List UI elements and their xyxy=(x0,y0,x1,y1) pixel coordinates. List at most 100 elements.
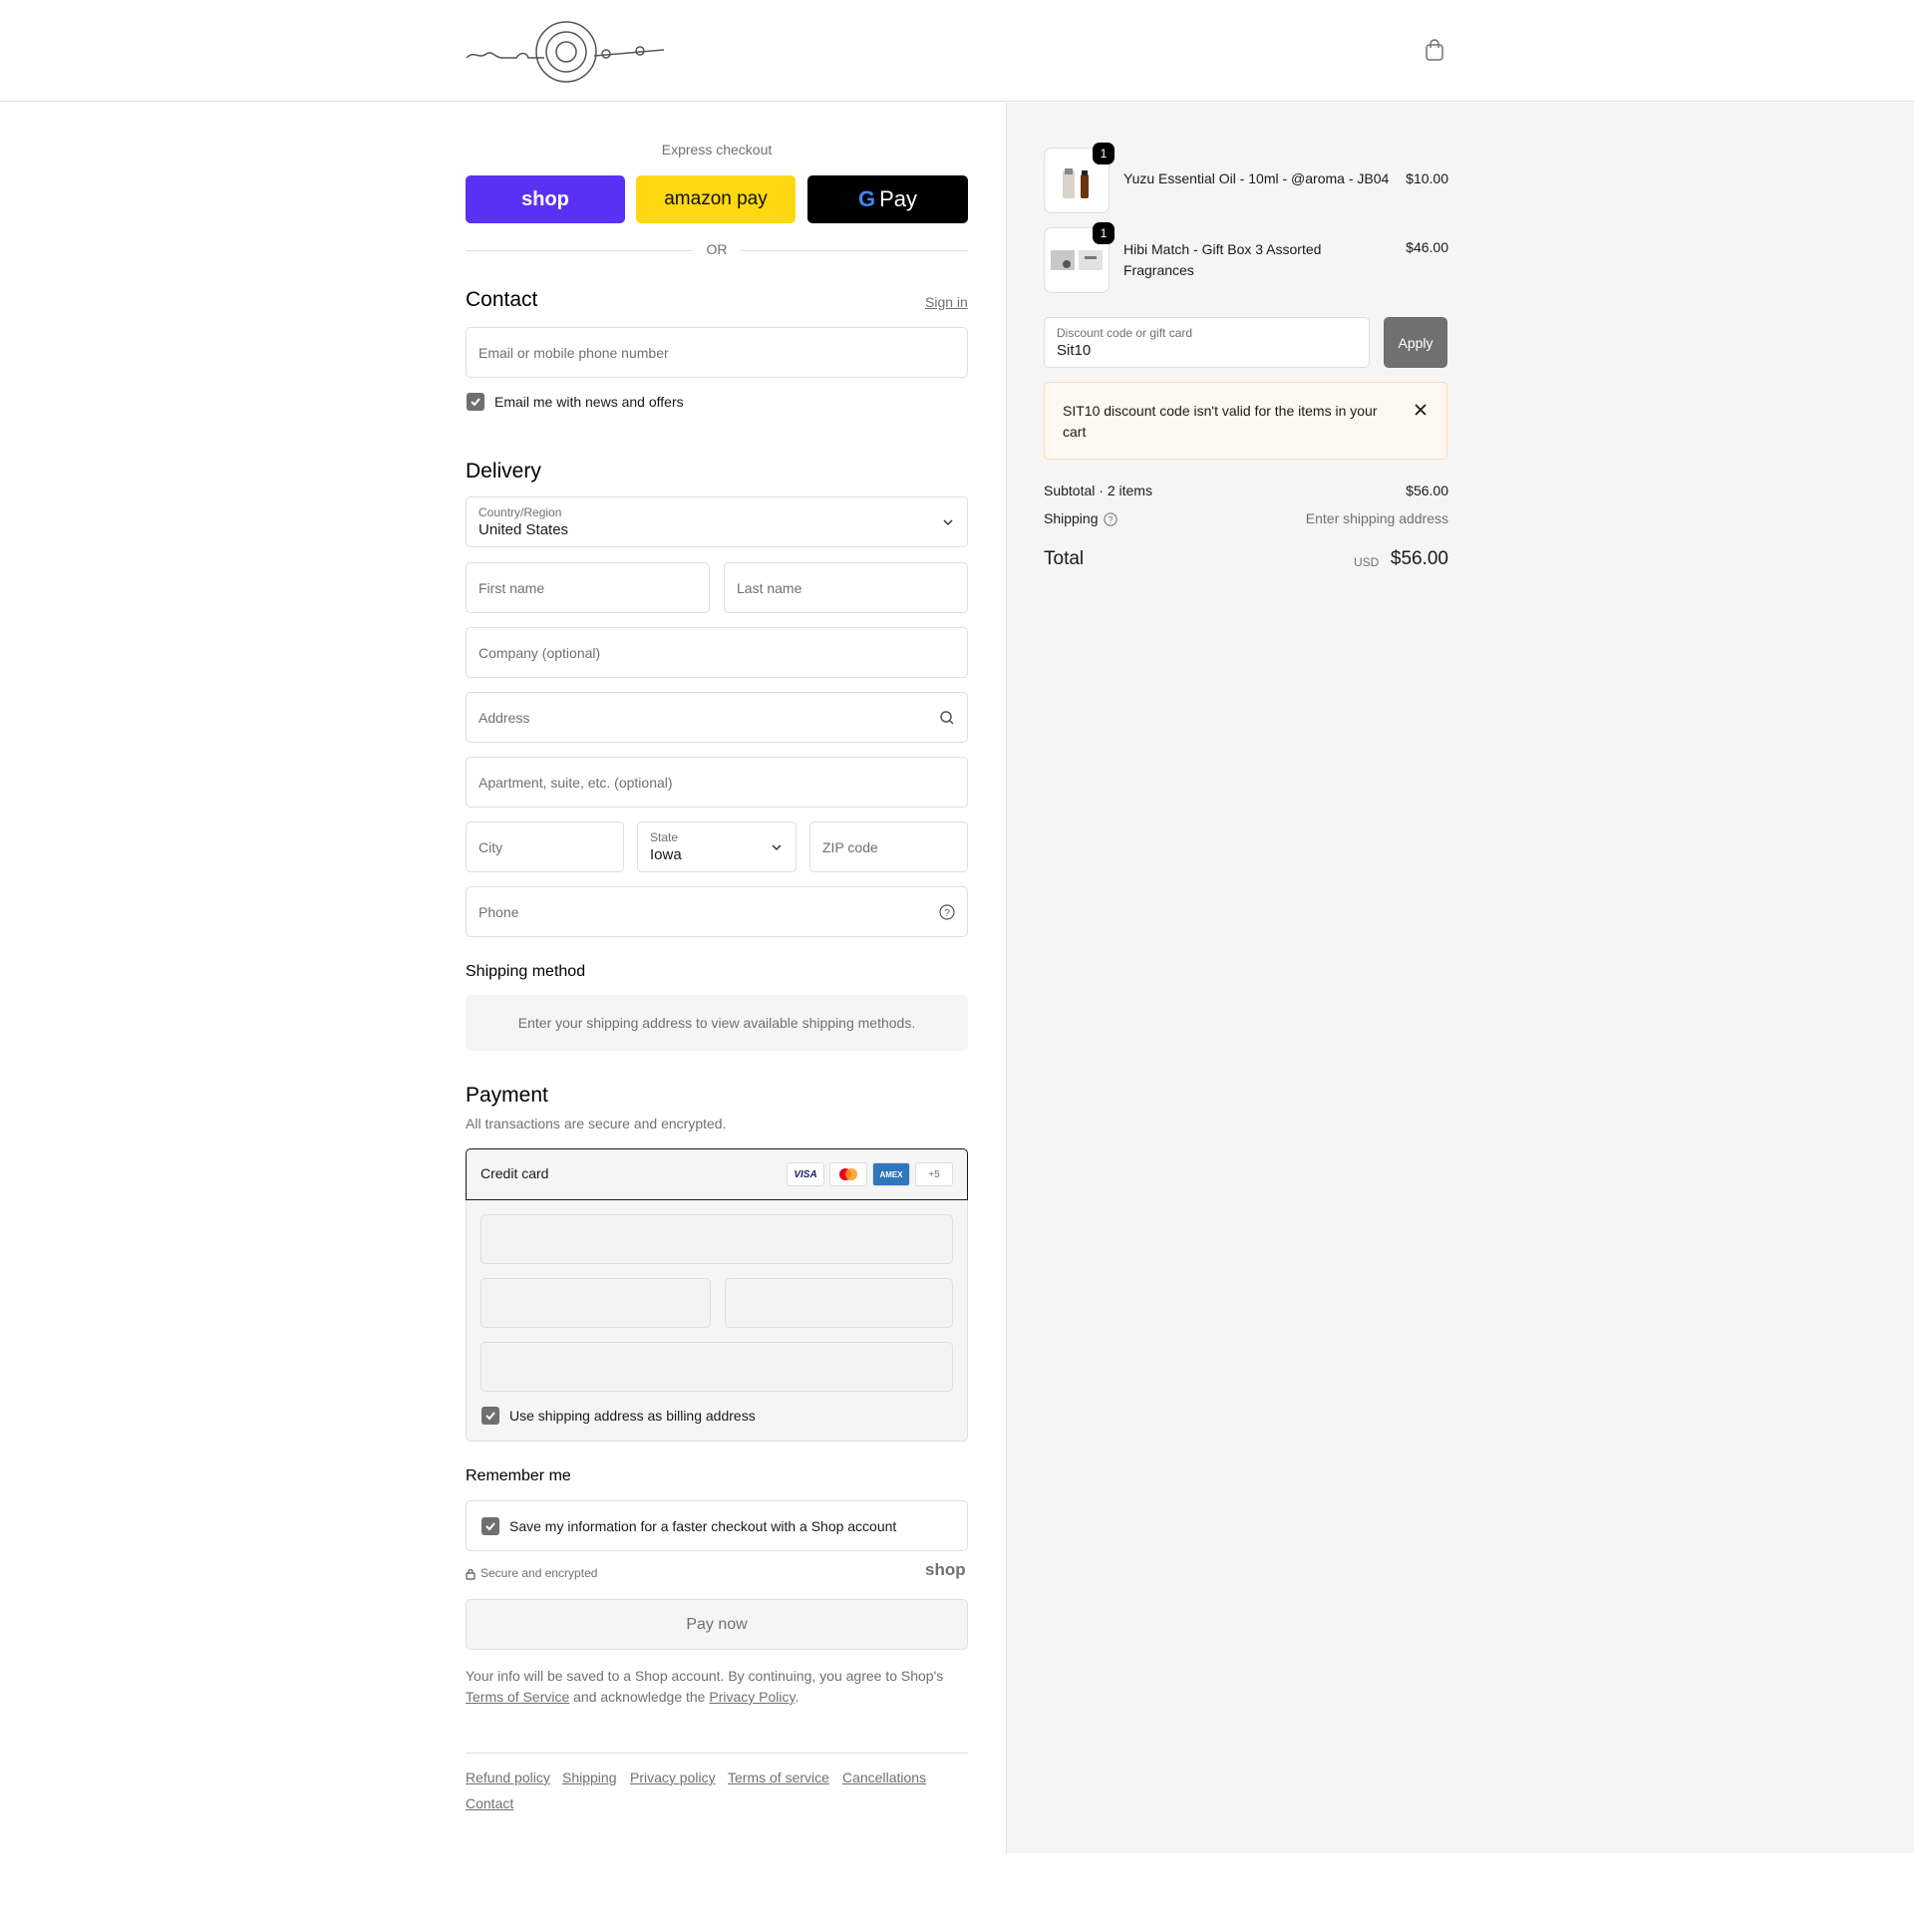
lock-icon xyxy=(466,1568,476,1580)
shop-pay-button[interactable]: shop xyxy=(466,175,625,223)
zip-placeholder: ZIP code xyxy=(822,838,878,855)
state-label: State xyxy=(650,830,679,844)
express-checkout-title: Express checkout xyxy=(661,142,773,158)
or-divider-text: OR xyxy=(706,241,728,257)
apply-discount-button[interactable]: Apply xyxy=(1384,317,1447,368)
svg-text:?: ? xyxy=(944,908,950,919)
city-field[interactable]: City xyxy=(466,821,624,872)
legal-part1: Your info will be saved to a Shop accoun… xyxy=(466,1668,944,1684)
more-cards-badge: +5 xyxy=(915,1162,953,1186)
address-placeholder: Address xyxy=(478,709,530,726)
discount-error-line1: SIT10 discount code isn't valid for the … xyxy=(1063,403,1378,419)
apartment-placeholder: Apartment, suite, etc. (optional) xyxy=(478,774,673,791)
delivery-heading: Delivery xyxy=(466,460,541,483)
checkmark-icon xyxy=(485,1412,495,1421)
help-icon[interactable]: ? xyxy=(939,904,955,920)
shop-logo: shop xyxy=(925,1560,966,1579)
checkmark-icon xyxy=(485,1522,495,1531)
store-logo[interactable] xyxy=(465,18,668,84)
country-value: United States xyxy=(478,521,569,538)
legal-part2: and acknowledge the xyxy=(573,1689,706,1705)
state-select[interactable]: State Iowa xyxy=(637,821,797,872)
country-select[interactable]: Country/Region United States xyxy=(466,496,968,547)
search-icon xyxy=(940,711,954,725)
first-name-field[interactable]: First name xyxy=(466,562,710,613)
quantity-badge: 1 xyxy=(1093,222,1115,244)
company-field[interactable]: Company (optional) xyxy=(466,627,968,678)
save-info-label: Save my information for a faster checkou… xyxy=(509,1518,897,1534)
amazon-pay-label: amazon pay xyxy=(664,188,768,209)
email-field[interactable]: Email or mobile phone number xyxy=(466,327,968,378)
shipping-value: Enter shipping address xyxy=(1305,510,1448,526)
contact-heading: Contact xyxy=(466,288,538,311)
save-info-checkbox[interactable] xyxy=(481,1517,499,1535)
apply-label: Apply xyxy=(1398,334,1434,351)
footer-link-shipping[interactable]: Shipping xyxy=(562,1770,617,1785)
shipping-label: Shipping xyxy=(1044,510,1099,526)
divider-right xyxy=(741,250,968,251)
phone-field[interactable]: Phone ? xyxy=(466,886,968,937)
sign-in-link[interactable]: Sign in xyxy=(925,294,968,310)
quantity-badge: 1 xyxy=(1093,143,1115,164)
payment-subtitle: All transactions are secure and encrypte… xyxy=(466,1116,727,1131)
footer-link-refund[interactable]: Refund policy xyxy=(466,1770,550,1785)
google-pay-button[interactable]: G Pay xyxy=(807,175,968,223)
city-placeholder: City xyxy=(478,838,503,855)
amex-icon: AMEX xyxy=(872,1162,910,1186)
remember-me-heading: Remember me xyxy=(466,1467,571,1484)
chevron-down-icon xyxy=(943,519,953,526)
address-field[interactable]: Address xyxy=(466,692,968,743)
shopping-bag-icon[interactable] xyxy=(1423,38,1446,62)
pay-now-label: Pay now xyxy=(686,1615,748,1633)
currency-code: USD xyxy=(1354,555,1380,569)
footer-divider xyxy=(466,1753,968,1754)
terms-of-service-link[interactable]: Terms of Service xyxy=(466,1689,569,1705)
footer-link-terms[interactable]: Terms of service xyxy=(728,1770,829,1785)
shipping-method-text: Enter your shipping address to view avai… xyxy=(517,1015,916,1031)
pay-now-button[interactable]: Pay now xyxy=(466,1599,968,1650)
close-icon[interactable] xyxy=(1414,403,1428,417)
news-checkbox[interactable] xyxy=(467,393,484,411)
news-label: Email me with news and offers xyxy=(494,394,684,410)
state-value: Iowa xyxy=(650,846,682,863)
card-number-field[interactable] xyxy=(480,1214,953,1264)
cart-item-name-line2: Fragrances xyxy=(1123,262,1194,278)
mastercard-icon xyxy=(829,1162,867,1186)
zip-field[interactable]: ZIP code xyxy=(809,821,968,872)
phone-placeholder: Phone xyxy=(478,903,519,920)
discount-code-field[interactable]: Discount code or gift card Sit10 xyxy=(1044,317,1370,368)
divider-left xyxy=(466,250,693,251)
legal-end: . xyxy=(795,1689,799,1705)
security-code-field[interactable] xyxy=(725,1278,953,1328)
footer-link-cancellations[interactable]: Cancellations xyxy=(842,1770,926,1785)
footer-link-privacy[interactable]: Privacy policy xyxy=(630,1770,716,1785)
credit-card-label: Credit card xyxy=(480,1165,549,1181)
cart-item-name: Yuzu Essential Oil - 10ml - @aroma - JB0… xyxy=(1123,170,1390,186)
visa-icon: VISA xyxy=(787,1162,824,1186)
svg-text:?: ? xyxy=(1109,515,1114,525)
footer-link-contact[interactable]: Contact xyxy=(466,1795,513,1811)
cart-item-price: $46.00 xyxy=(1406,239,1448,255)
cart-item-name-line1: Hibi Match - Gift Box 3 Assorted xyxy=(1123,241,1322,257)
secure-text: Secure and encrypted xyxy=(480,1566,598,1580)
discount-error-line2: cart xyxy=(1063,424,1087,440)
help-icon[interactable]: ? xyxy=(1104,512,1117,526)
shop-pay-label: shop xyxy=(521,187,569,210)
total-value: $56.00 xyxy=(1390,548,1448,569)
name-on-card-field[interactable] xyxy=(480,1342,953,1392)
discount-error-banner: SIT10 discount code isn't valid for the … xyxy=(1044,382,1447,460)
privacy-policy-link[interactable]: Privacy Policy xyxy=(709,1689,795,1705)
email-placeholder: Email or mobile phone number xyxy=(478,344,669,361)
apartment-field[interactable]: Apartment, suite, etc. (optional) xyxy=(466,757,968,807)
discount-label: Discount code or gift card xyxy=(1057,326,1193,340)
billing-checkbox[interactable] xyxy=(481,1407,499,1425)
total-label: Total xyxy=(1044,548,1085,569)
save-info-box: Save my information for a faster checkou… xyxy=(466,1500,968,1551)
payment-heading: Payment xyxy=(466,1084,548,1107)
billing-label: Use shipping address as billing address xyxy=(509,1408,756,1424)
amazon-pay-button[interactable]: amazon pay xyxy=(636,175,796,223)
legal-text: Your info will be saved to a Shop accoun… xyxy=(466,1666,968,1708)
discount-error-text: SIT10 discount code isn't valid for the … xyxy=(1063,401,1392,443)
expiration-date-field[interactable] xyxy=(480,1278,711,1328)
last-name-field[interactable]: Last name xyxy=(724,562,968,613)
